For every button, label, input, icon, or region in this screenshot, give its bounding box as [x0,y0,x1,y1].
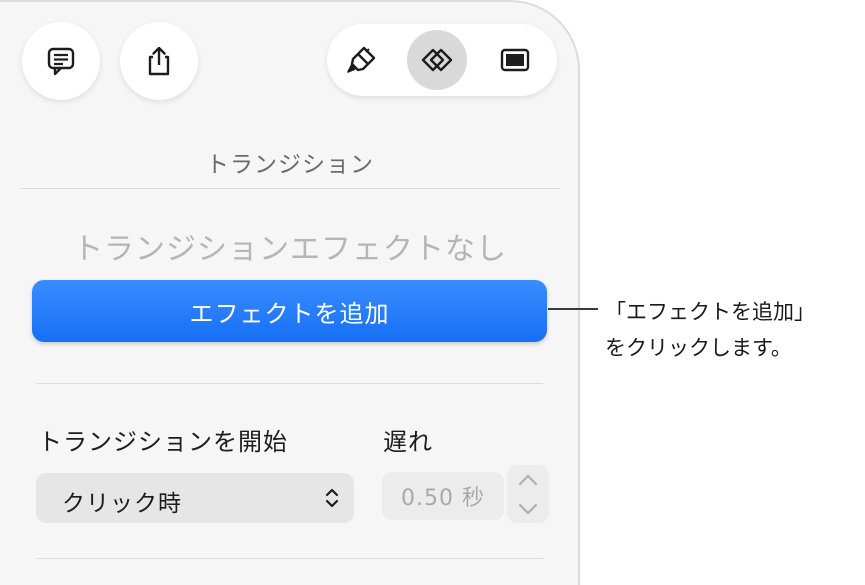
callout-line [548,308,598,310]
callout-text: 「エフェクトを追加」 をクリックします。 [605,294,815,366]
comment-icon [47,47,75,76]
start-transition-label: トランジションを開始 [38,428,288,456]
comment-button[interactable] [22,22,100,100]
chevron-down-icon [518,503,538,514]
share-icon [148,46,170,76]
callout-line-1: 「エフェクトを追加」 [605,300,815,324]
divider [36,383,543,384]
inspector-panel: トランジション トランジションエフェクトなし エフェクトを追加 トランジションを… [0,0,580,585]
animate-tab[interactable] [407,30,467,90]
start-transition-select[interactable]: クリック時 [36,473,354,523]
share-button[interactable] [120,22,198,100]
delay-label: 遅れ [383,428,433,456]
document-tab[interactable] [485,30,545,90]
animate-diamonds-icon [421,48,453,72]
stepper-down-button[interactable] [507,494,549,523]
stepper-up-button[interactable] [507,465,549,494]
chevron-up-down-icon [325,488,339,508]
paintbrush-icon [347,46,376,73]
chevron-up-icon [518,474,538,485]
delay-stepper [507,465,549,523]
document-slide-icon [500,48,530,72]
divider [20,188,560,189]
callout-line-2: をクリックします。 [605,336,792,360]
section-title: トランジション [206,152,374,178]
delay-field[interactable]: 0.50 秒 [382,472,504,520]
format-tab[interactable] [332,30,392,90]
empty-state-label: トランジションエフェクトなし [73,232,507,267]
inspector-tab-group [327,24,557,96]
divider [36,558,543,559]
select-value: クリック時 [62,491,182,517]
add-effect-button[interactable]: エフェクトを追加 [32,280,547,342]
